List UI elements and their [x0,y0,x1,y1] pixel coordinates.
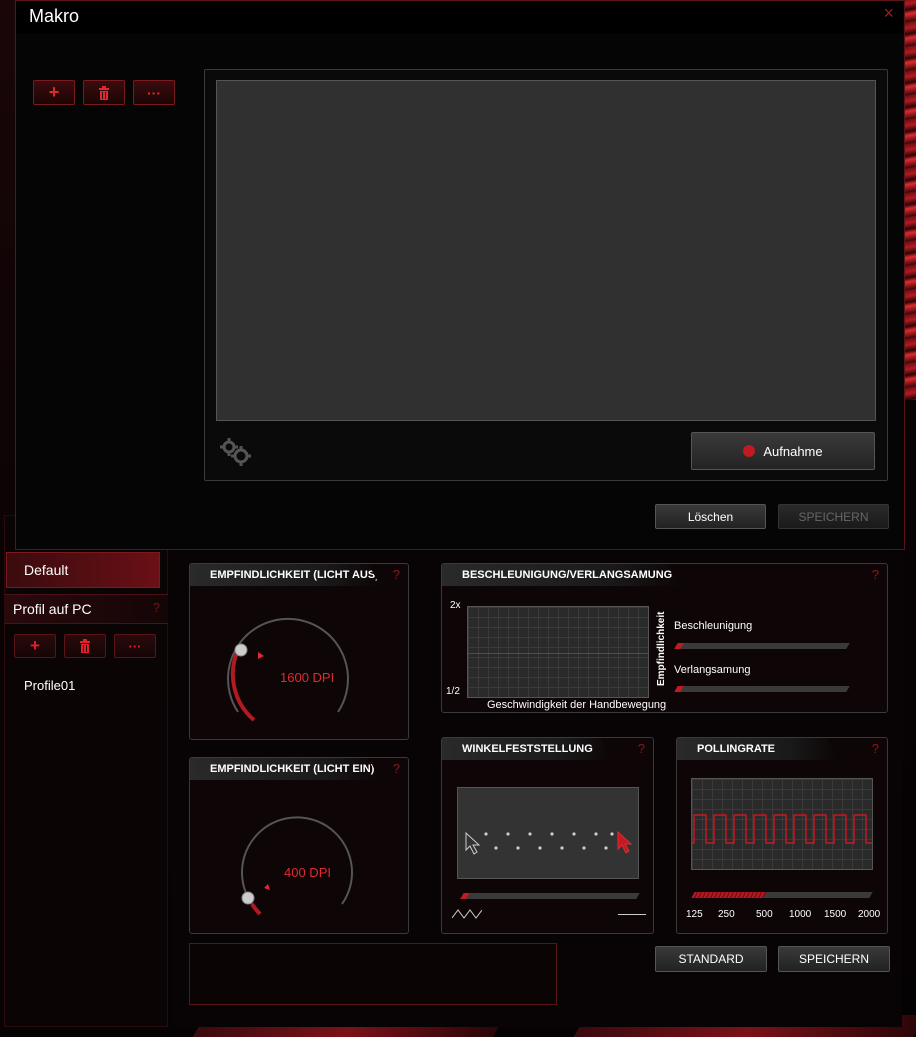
plus-icon: + [30,636,40,655]
slider-fill [460,893,470,899]
polling-tick: 1500 [824,909,847,920]
y-axis-top-label: 2x [450,600,461,611]
polling-tick: 2000 [858,909,881,920]
polling-rate-card: POLLINGRATE ? 125 250 500 1000 1500 2000 [676,737,888,934]
dpi-value: 400 DPI [284,865,331,880]
macro-editor[interactable] [216,80,876,421]
angle-slider[interactable] [460,893,640,899]
card-title: EMPFINDLICHKEIT (LICHT AUS) [190,564,380,586]
profile-sidebar [4,515,168,1027]
card-title: POLLINGRATE [677,738,837,760]
profile-section-header: Profil auf PC ? [4,594,168,624]
macro-more-button[interactable]: ··· [133,80,175,105]
add-profile-button[interactable]: + [14,634,56,658]
acceleration-card: BESCHLEUNIGUNG/VERLANGSAMUNG ? 2x 1/2 Ge… [441,563,888,713]
delete-macro-button[interactable] [83,80,125,105]
save-settings-button[interactable]: SPEICHERN [778,946,890,972]
x-axis-label: Geschwindigkeit der Handbewegung [487,699,667,711]
card-title: BESCHLEUNIGUNG/VERLANGSAMUNG [442,564,682,586]
record-icon [743,445,756,457]
sensitivity-on-card: EMPFINDLICHKEIT (LICHT EIN) ? 400 DPI [189,757,409,934]
plus-icon: + [48,82,60,102]
polling-slider[interactable] [691,892,873,898]
trash-icon [99,85,109,100]
acceleration-label: Beschleunigung [674,620,753,632]
acceleration-curve [468,653,648,654]
save-macro-button[interactable]: SPEICHERN [778,504,889,529]
add-macro-button[interactable]: + [33,80,75,105]
angle-preview-graphic [465,830,633,855]
profile-more-button[interactable]: ··· [114,634,156,658]
card-title: EMPFINDLICHKEIT (LICHT EIN) [190,758,380,780]
help-icon[interactable]: ? [393,567,400,582]
polling-tick: 250 [718,909,735,920]
help-icon[interactable]: ? [153,600,160,615]
help-icon[interactable]: ? [393,761,400,776]
close-icon[interactable]: × [883,3,894,24]
help-icon[interactable]: ? [872,567,879,582]
acceleration-graph [467,606,649,698]
polling-waveform [692,814,872,844]
more-icon: ··· [128,638,142,654]
gear-icon[interactable] [219,437,253,467]
polling-tick: 1000 [789,909,812,920]
help-icon[interactable]: ? [638,741,645,756]
zigzag-icon [452,909,482,919]
dpi-dial-on[interactable] [234,804,364,924]
angle-preview [457,787,639,879]
polling-graph [691,778,873,870]
delete-profile-button[interactable] [64,634,106,658]
help-icon[interactable]: ? [872,741,879,756]
profile-section-title: Profil auf PC [13,601,92,617]
profile-item[interactable]: Profile01 [24,678,75,693]
info-panel [189,943,557,1005]
slider-fill [674,686,684,692]
deceleration-slider[interactable] [674,686,850,692]
slider-fill [691,892,767,898]
delete-button[interactable]: Löschen [655,504,766,529]
record-label: Aufnahme [763,443,823,459]
angle-snapping-card: WINKELFESTSTELLUNG ? [441,737,654,934]
trash-icon [80,639,90,653]
standard-button[interactable]: STANDARD [655,946,767,972]
deceleration-label: Verlangsamung [674,664,751,676]
dialog-title: Makro [29,6,80,26]
straight-line-icon [618,914,646,915]
y-axis-bottom-label: 1/2 [446,686,460,697]
card-title: WINKELFESTSTELLUNG [442,738,612,760]
dpi-value: 1600 DPI [280,670,335,685]
sensitivity-off-card: EMPFINDLICHKEIT (LICHT AUS) ? 1600 DPI [189,563,409,740]
y-axis-label: Empfindlichkeit [656,611,667,686]
more-icon: ··· [147,84,161,101]
profile-item-default[interactable]: Default [6,552,160,588]
record-button[interactable]: Aufnahme [691,432,875,470]
polling-tick: 125 [686,909,703,920]
polling-tick: 500 [756,909,773,920]
slider-fill [674,643,684,649]
acceleration-slider[interactable] [674,643,850,649]
